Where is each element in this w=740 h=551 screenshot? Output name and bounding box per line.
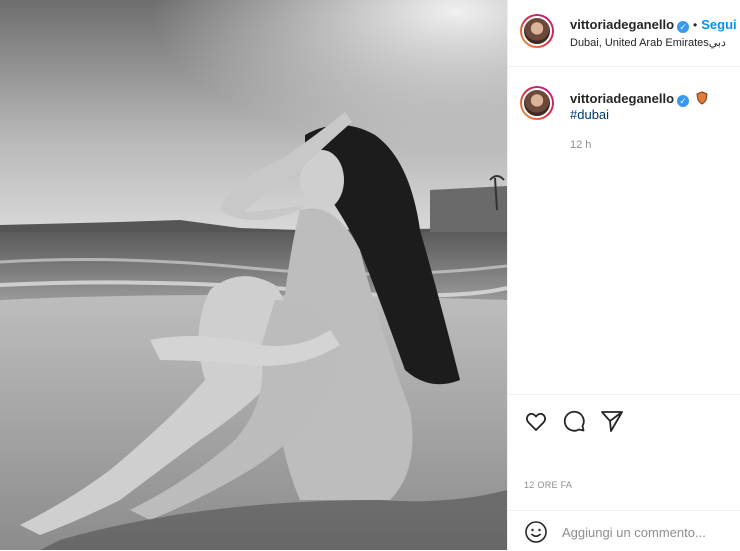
heart-icon[interactable] [524, 409, 548, 433]
caption-avatar[interactable] [520, 86, 554, 120]
verified-badge-icon: ✓ [677, 95, 690, 107]
follow-button[interactable]: Segui [701, 17, 736, 32]
verified-badge-icon: ✓ [677, 21, 690, 33]
post-actions [508, 394, 740, 447]
caption-time: 12 h [570, 139, 592, 151]
caption-hashtag[interactable]: #dubai [570, 107, 609, 122]
caption-username-row: vittoriadeganello ✓ [570, 90, 709, 108]
header-username[interactable]: vittoriadeganello [570, 17, 674, 32]
beach-photo-illustration [0, 0, 507, 550]
post-date: 12 ORE FA [524, 480, 573, 490]
post-side-panel: vittoriadeganello ✓ • Segui Dubai, United A… [507, 0, 740, 550]
comment-icon[interactable] [562, 409, 586, 433]
header-username-row: vittoriadeganello ✓ • Segui [570, 16, 737, 34]
comment-input[interactable]: Aggiungi un commento... [562, 525, 706, 540]
comment-bar: Aggiungi un commento... [508, 510, 740, 551]
profile-avatar[interactable] [520, 14, 554, 48]
caption-area: vittoriadeganello ✓ #dubai 12 h [508, 67, 740, 393]
share-icon[interactable] [600, 409, 624, 433]
post-photo[interactable] [0, 0, 507, 550]
separator-dot: • [693, 18, 698, 32]
shield-emoji-icon [696, 91, 709, 105]
emoji-icon[interactable] [524, 520, 548, 544]
location-link[interactable]: Dubai, United Arab Emiratesدبي [570, 36, 726, 49]
caption-username[interactable]: vittoriadeganello [570, 91, 674, 106]
post-header: vittoriadeganello ✓ • Segui Dubai, United A… [508, 0, 740, 67]
